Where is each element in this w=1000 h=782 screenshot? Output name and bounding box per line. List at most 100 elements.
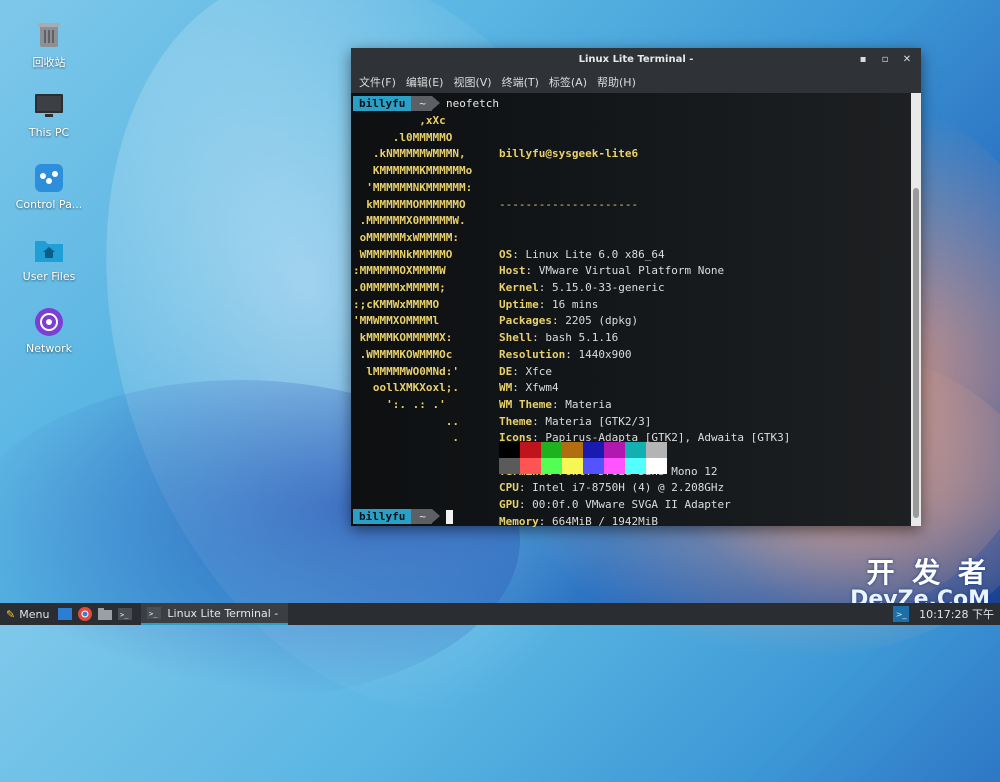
home-folder-icon (33, 234, 65, 266)
prompt-dir: ~ (411, 509, 440, 524)
info-key: DE (499, 364, 513, 378)
info-value: Xfce (525, 364, 553, 378)
scrollbar[interactable] (911, 93, 921, 526)
color-swatch (562, 458, 583, 474)
info-value: Materia (565, 397, 612, 411)
start-menu-button[interactable]: ✎ Menu (0, 608, 55, 621)
show-desktop-icon[interactable] (57, 606, 73, 622)
maximize-button[interactable]: ▫ (877, 51, 893, 67)
menu-edit[interactable]: 编辑(E) (406, 72, 444, 92)
info-value: 16 mins (552, 297, 599, 311)
info-key: GPU (499, 498, 519, 512)
ascii-logo-line: :MMMMMMOXMMMMW (353, 264, 446, 278)
color-swatch (520, 442, 541, 458)
menu-bar: 文件(F) 编辑(E) 视图(V) 终端(T) 标签(A) 帮助(H) (351, 70, 921, 93)
color-swatch (604, 442, 625, 458)
file-manager-icon[interactable] (97, 606, 113, 622)
desktop-icon-control-panel[interactable]: Control Pa... (10, 162, 88, 211)
info-value: Xfwm4 (525, 381, 559, 395)
info-key: Shell (499, 331, 533, 345)
text-cursor (445, 509, 453, 524)
menu-terminal[interactable]: 终端(T) (502, 72, 539, 92)
desktop-icon-trash[interactable]: 回收站 (10, 18, 88, 70)
ascii-logo-line: ,xXc (353, 114, 446, 127)
info-value: bash 5.1.16 (545, 331, 619, 345)
info-key: Packages (499, 314, 552, 328)
trash-icon (33, 18, 65, 50)
menu-file[interactable]: 文件(F) (359, 72, 396, 92)
minimize-button[interactable]: ▪ (855, 51, 871, 67)
info-key: Resolution (499, 347, 566, 361)
color-swatch (625, 442, 646, 458)
menu-tabs[interactable]: 标签(A) (549, 72, 587, 92)
prompt-line: billyfu ~ (353, 509, 453, 524)
terminal-icon: >_ (147, 607, 162, 619)
color-swatch (499, 442, 520, 458)
info-key: Host (499, 264, 526, 278)
info-key: WM (499, 381, 513, 395)
color-swatch (541, 442, 562, 458)
tray-terminal-icon[interactable]: >_ (893, 606, 910, 622)
terminal-window[interactable]: Linux Lite Terminal - ▪ ▫ ✕ 文件(F) 编辑(E) … (351, 48, 921, 528)
window-titlebar[interactable]: Linux Lite Terminal - ▪ ▫ ✕ (351, 48, 921, 70)
ascii-logo-line: .MMMMMMX0MMMMMW. (353, 214, 466, 228)
info-value: 2205 (dpkg) (565, 314, 639, 328)
info-value: 664MiB / 1942MiB (552, 514, 658, 528)
ascii-logo-line: WMMMMMNkMMMMMO (353, 247, 453, 261)
info-row: Resolution: 1440x900 (499, 347, 632, 361)
ascii-logo-line: kMMMMMMOMMMMMMO (353, 197, 466, 211)
desktop-icon-this-pc[interactable]: This PC (10, 90, 88, 139)
desktop-icon-user-files[interactable]: User Files (10, 234, 88, 283)
info-row: DE: Xfce (499, 364, 553, 378)
info-row: Host: VMware Virtual Platform None (499, 264, 725, 278)
svg-text:>_: >_ (149, 610, 158, 618)
info-row: WM Theme: Materia (499, 397, 612, 411)
system-tray: >_ 10:17:28 下午 (891, 603, 994, 625)
info-value: Materia [GTK2/3] (545, 414, 652, 428)
ascii-logo-line: oMMMMMMxWMMMMM: (353, 230, 459, 244)
chrome-icon[interactable] (77, 606, 93, 622)
menu-view[interactable]: 视图(V) (453, 72, 491, 92)
desktop-icon-network[interactable]: Network (10, 306, 88, 355)
close-button[interactable]: ✕ (899, 51, 915, 67)
svg-text:>_: >_ (120, 611, 129, 619)
info-row: Uptime: 16 mins (499, 297, 599, 311)
info-value: Intel i7-8750H (4) @ 2.208GHz (532, 481, 725, 495)
ascii-logo-line: .0MMMMMxMMMMM; (353, 281, 446, 295)
info-row: WM: Xfwm4 (499, 381, 559, 395)
ascii-logo-line: :;cKMMWxMMMMO (353, 297, 440, 311)
start-menu-label: Menu (19, 607, 50, 621)
info-row: GPU: 00:0f.0 VMware SVGA II Adapter (499, 498, 731, 512)
color-swatch (583, 458, 604, 474)
color-swatch (646, 442, 667, 458)
control-panel-icon (33, 162, 65, 194)
taskbar-window-terminal[interactable]: >_ Linux Lite Terminal - (141, 603, 289, 625)
ascii-logo-line: kMMMMKOMMMMMX: (353, 331, 453, 345)
color-swatch (646, 458, 667, 474)
terminal-launcher-icon[interactable]: >_ (117, 606, 133, 622)
clock[interactable]: 10:17:28 下午 (919, 606, 994, 622)
info-row: Memory: 664MiB / 1942MiB (499, 514, 658, 528)
info-value: 1440x900 (578, 347, 632, 361)
monitor-icon (33, 90, 65, 122)
terminal-output[interactable]: billyfu ~ neofetch ,xXc .l0MMMMMO .kNMMM… (351, 93, 911, 528)
ascii-logo-line: lMMMMMWO0MNd:' (353, 364, 459, 378)
ascii-logo-line: 'MMMMMMNKMMMMMM: (353, 180, 473, 194)
info-row: Theme: Materia [GTK2/3] (499, 414, 652, 428)
scrollbar-thumb[interactable] (913, 188, 919, 518)
desktop-icon-label: This PC (28, 126, 70, 139)
ascii-logo-line: .kNMMMMMWMMMN, (353, 147, 466, 161)
ascii-logo-line: ':. .: .' (353, 397, 446, 411)
color-palette-light (499, 458, 667, 474)
command-text: neofetch (445, 97, 499, 110)
desktop-icon-label: Network (26, 342, 72, 355)
info-key: Uptime (499, 297, 539, 311)
window-title: Linux Lite Terminal - (578, 53, 694, 65)
info-value: 5.15.0-33-generic (552, 281, 665, 295)
info-key: CPU (499, 481, 519, 495)
info-key: Kernel (499, 281, 539, 295)
menu-help[interactable]: 帮助(H) (597, 72, 636, 92)
ascii-logo-line: 'MMWMMXOMMMMl (353, 314, 440, 328)
ascii-logo-line: .WMMMMKOWMMMOc (353, 347, 453, 361)
ascii-logo: ,xXc .l0MMMMMO .kNMMMMMWMMMN, KMMMMMMKMM… (353, 113, 472, 447)
